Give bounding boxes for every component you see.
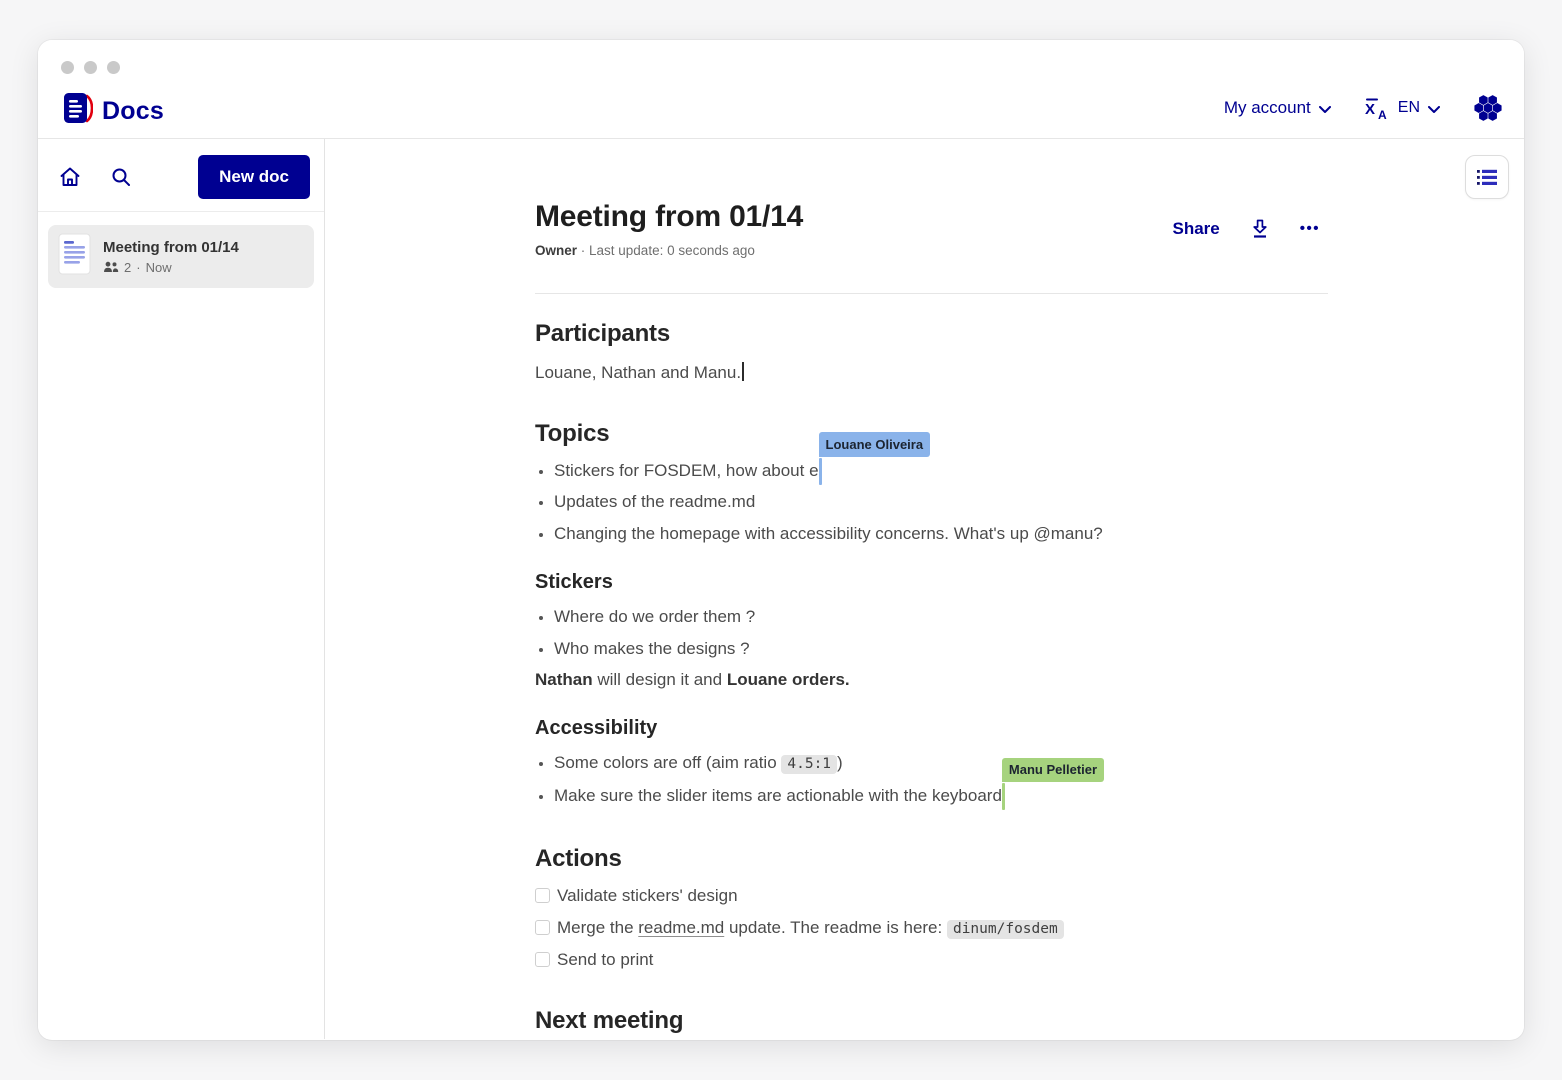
- list-icon: [1476, 168, 1498, 187]
- window-dot-icon[interactable]: [107, 61, 120, 74]
- home-button[interactable]: [52, 159, 88, 195]
- todo-checkbox[interactable]: [535, 888, 550, 903]
- text-cursor: [742, 362, 744, 381]
- doc-last-active: Now: [146, 260, 172, 275]
- window-dot-icon[interactable]: [84, 61, 97, 74]
- people-icon: [103, 261, 119, 273]
- language-selector[interactable]: X A EN: [1365, 97, 1440, 120]
- search-button[interactable]: [104, 160, 138, 194]
- collab-caret: [819, 458, 822, 485]
- document-actions: Share •••: [1172, 216, 1328, 241]
- actions-heading[interactable]: Actions: [535, 845, 1328, 873]
- download-icon: [1250, 218, 1270, 239]
- list-item[interactable]: Changing the homepage with accessibility…: [554, 524, 1328, 544]
- table-of-contents-button[interactable]: [1465, 155, 1509, 199]
- list-item[interactable]: Where do we order them ?: [554, 607, 1328, 627]
- my-account-label: My account: [1224, 98, 1311, 118]
- todo-row[interactable]: Validate stickers' design: [535, 886, 1328, 906]
- meta-separator: ·: [577, 243, 589, 258]
- docs-logo-icon: [62, 91, 93, 131]
- app-logo[interactable]: Docs: [62, 91, 164, 131]
- todo-checkbox[interactable]: [535, 952, 550, 967]
- chevron-down-icon: [1428, 106, 1440, 113]
- main-content: Meeting from 01/14 Owner · Last update: …: [325, 139, 1524, 1039]
- owner-badge: Owner: [535, 243, 577, 258]
- list-item[interactable]: Some colors are off (aim ratio 4.5:1): [554, 753, 1328, 775]
- participants-heading[interactable]: Participants: [535, 320, 1328, 348]
- accessibility-heading[interactable]: Accessibility: [535, 717, 1328, 740]
- accessibility-list: Some colors are off (aim ratio 4.5:1) Ma…: [535, 753, 1328, 806]
- sidebar-doc-meta: 2 · Now: [103, 260, 239, 275]
- todo-row[interactable]: Merge the readme.md update. The readme i…: [535, 918, 1328, 938]
- app-grid-icon: [1474, 94, 1502, 122]
- next-meeting-heading[interactable]: Next meeting: [535, 1007, 1328, 1035]
- list-item[interactable]: Make sure the slider items are actionabl…: [554, 786, 1328, 806]
- participants-text[interactable]: Louane, Nathan and Manu.: [535, 362, 1328, 383]
- window-dot-icon[interactable]: [61, 61, 74, 74]
- stickers-note[interactable]: Nathan will design it and Louane orders.: [535, 670, 1328, 690]
- readme-link[interactable]: readme.md: [638, 918, 724, 937]
- collab-user-label: Manu Pelletier: [1002, 758, 1104, 783]
- todo-list: Validate stickers' design Merge the read…: [535, 886, 1328, 970]
- topbar: Docs My account X A EN: [38, 40, 1524, 139]
- share-button[interactable]: Share: [1172, 219, 1219, 239]
- todo-label: Merge the readme.md update. The readme i…: [557, 918, 1064, 938]
- svg-text:A: A: [1378, 108, 1387, 120]
- todo-checkbox[interactable]: [535, 920, 550, 935]
- sidebar-divider: [38, 211, 324, 212]
- sidebar-doc-item[interactable]: Meeting from 01/14 2 · Now: [48, 225, 314, 288]
- document-title[interactable]: Meeting from 01/14: [535, 200, 803, 234]
- topics-list: Stickers for FOSDEM, how about eLouane O…: [535, 461, 1328, 544]
- chevron-down-icon: [1319, 106, 1331, 113]
- code-span: 4.5:1: [781, 755, 837, 774]
- stickers-heading[interactable]: Stickers: [535, 571, 1328, 594]
- todo-row[interactable]: Send to print: [535, 950, 1328, 970]
- document-header: Meeting from 01/14 Owner · Last update: …: [535, 200, 1328, 258]
- todo-label: Send to print: [557, 950, 653, 970]
- list-item[interactable]: Who makes the designs ?: [554, 639, 1328, 659]
- download-button[interactable]: [1248, 216, 1272, 241]
- app-title: Docs: [102, 97, 164, 126]
- topbar-actions: My account X A EN: [1224, 94, 1502, 122]
- doc-thumbnail-icon: [58, 233, 91, 280]
- sidebar-doc-title: Meeting from 01/14: [103, 239, 239, 256]
- header-divider: [535, 293, 1328, 294]
- sidebar: New doc Meeting from 01/14: [38, 139, 325, 1039]
- document-meta: Owner · Last update: 0 seconds ago: [535, 243, 803, 258]
- doc-members-count: 2: [124, 260, 131, 275]
- todo-label: Validate stickers' design: [557, 886, 738, 906]
- language-code: EN: [1398, 99, 1420, 117]
- sidebar-toolbar: New doc: [52, 155, 310, 199]
- search-icon: [110, 166, 132, 188]
- more-options-button[interactable]: •••: [1300, 220, 1320, 237]
- topics-heading[interactable]: Topics: [535, 420, 1328, 448]
- app-window: Docs My account X A EN: [38, 40, 1524, 1040]
- list-item[interactable]: Updates of the readme.md: [554, 492, 1328, 512]
- last-update-text: Last update: 0 seconds ago: [589, 243, 755, 258]
- meta-separator: ·: [136, 260, 140, 275]
- translate-icon: X A: [1365, 97, 1390, 120]
- document-editor[interactable]: Meeting from 01/14 Owner · Last update: …: [535, 200, 1328, 1035]
- svg-text:X: X: [1365, 101, 1375, 118]
- collab-user-label: Louane Oliveira: [819, 432, 931, 457]
- home-icon: [58, 165, 82, 189]
- code-span: dinum/fosdem: [947, 920, 1064, 939]
- window-controls[interactable]: [61, 61, 120, 74]
- list-item[interactable]: Stickers for FOSDEM, how about eLouane O…: [554, 461, 1328, 481]
- stickers-list: Where do we order them ? Who makes the d…: [535, 607, 1328, 658]
- app-launcher-button[interactable]: [1474, 94, 1502, 122]
- my-account-button[interactable]: My account: [1224, 98, 1331, 118]
- new-doc-button[interactable]: New doc: [198, 155, 310, 199]
- collab-caret: [1002, 783, 1005, 810]
